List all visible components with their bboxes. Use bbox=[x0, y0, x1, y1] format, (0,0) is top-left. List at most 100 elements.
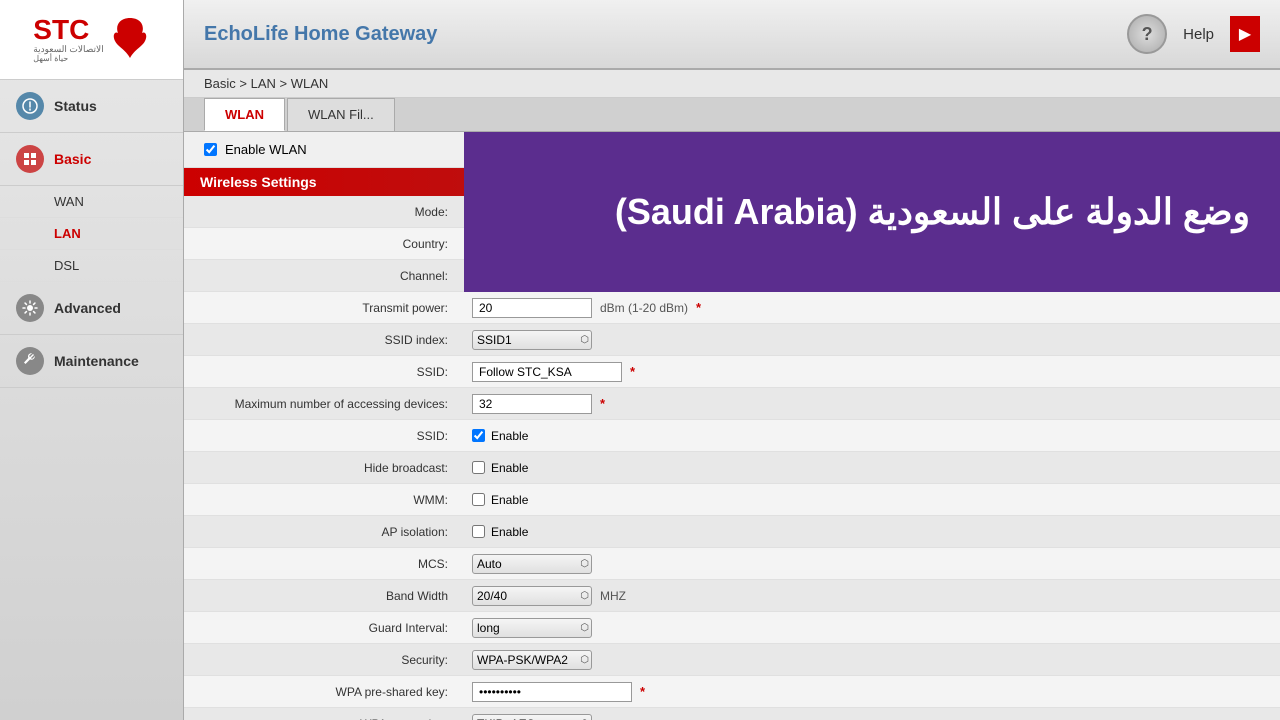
sidebar-wan-label: WAN bbox=[54, 194, 84, 209]
ssid-enable-checkbox[interactable] bbox=[472, 429, 485, 442]
ssid-required: * bbox=[630, 364, 635, 379]
basic-icon bbox=[16, 145, 44, 173]
ap-isolation-checkbox[interactable] bbox=[472, 525, 485, 538]
wpa-key-field: * bbox=[464, 678, 1280, 706]
header: EchoLife Home Gateway ? Help ▶ bbox=[184, 0, 1280, 70]
ap-isolation-text[interactable]: Enable bbox=[491, 525, 528, 539]
ssid-enable-row: SSID: Enable bbox=[184, 420, 1280, 452]
help-label[interactable]: Help bbox=[1183, 26, 1214, 43]
mcs-row: MCS: Auto 0 1 bbox=[184, 548, 1280, 580]
ssid-input[interactable] bbox=[472, 362, 622, 382]
section-title: Wireless Settings bbox=[200, 174, 317, 190]
overlay-banner: وضع الدولة على السعودية (Saudi Arabia) bbox=[464, 132, 1280, 292]
header-right: ? Help ▶ bbox=[1127, 14, 1260, 54]
mcs-field: Auto 0 1 bbox=[464, 550, 1280, 578]
tab-bar: WLAN WLAN Fil... bbox=[184, 98, 1280, 132]
security-row: Security: WPA-PSK/WPA2 WPA-PSK WPA2-PSK … bbox=[184, 644, 1280, 676]
advanced-icon bbox=[16, 294, 44, 322]
wmm-row: WMM: Enable bbox=[184, 484, 1280, 516]
mcs-label: MCS: bbox=[184, 551, 464, 577]
transmit-power-field: dBm (1-20 dBm) * bbox=[464, 294, 1280, 322]
ssid-name-field: * bbox=[464, 358, 1280, 386]
sidebar: STC الاتصالات السعودية حياة أسهل Status … bbox=[0, 0, 184, 720]
maintenance-icon bbox=[16, 347, 44, 375]
stc-arabic-text: الاتصالات السعودية bbox=[33, 44, 103, 55]
wmm-label: WMM: bbox=[184, 487, 464, 513]
max-devices-field: * bbox=[464, 390, 1280, 418]
bandwidth-label: Band Width bbox=[184, 583, 464, 609]
ap-isolation-label: AP isolation: bbox=[184, 519, 464, 545]
main-content: EchoLife Home Gateway ? Help ▶ Basic > L… bbox=[184, 0, 1280, 720]
ssid-enable-label: SSID: bbox=[184, 423, 464, 449]
ssid-row: SSID: * bbox=[184, 356, 1280, 388]
tab-wlan[interactable]: WLAN bbox=[204, 98, 285, 131]
mode-label: Mode: bbox=[184, 199, 464, 225]
guard-interval-select[interactable]: long short auto bbox=[472, 618, 592, 638]
stc-logo: STC الاتصالات السعودية حياة أسهل bbox=[27, 10, 157, 70]
max-devices-row: Maximum number of accessing devices: * bbox=[184, 388, 1280, 420]
ssid-index-label: SSID index: bbox=[184, 327, 464, 353]
enable-wlan-checkbox[interactable] bbox=[204, 143, 217, 156]
guard-interval-row: Guard Interval: long short auto bbox=[184, 612, 1280, 644]
wmm-checkbox[interactable] bbox=[472, 493, 485, 506]
hide-broadcast-text[interactable]: Enable bbox=[491, 461, 528, 475]
guard-interval-label: Guard Interval: bbox=[184, 615, 464, 641]
wmm-text[interactable]: Enable bbox=[491, 493, 528, 507]
channel-label: Channel: bbox=[184, 263, 464, 289]
wmm-field: Enable bbox=[464, 489, 1280, 511]
transmit-power-required: * bbox=[696, 300, 701, 315]
bandwidth-unit: MHZ bbox=[600, 589, 626, 603]
sidebar-sub-wan[interactable]: WAN bbox=[0, 186, 183, 218]
hide-broadcast-label: Hide broadcast: bbox=[184, 455, 464, 481]
security-field: WPA-PSK/WPA2 WPA-PSK WPA2-PSK None bbox=[464, 646, 1280, 674]
ssid-index-select[interactable]: SSID1 SSID2 SSID3 SSID4 bbox=[472, 330, 592, 350]
max-devices-required: * bbox=[600, 396, 605, 411]
sidebar-basic-label: Basic bbox=[54, 151, 91, 167]
help-icon[interactable]: ? bbox=[1127, 14, 1167, 54]
transmit-power-input[interactable] bbox=[472, 298, 592, 318]
ssid-name-label: SSID: bbox=[184, 359, 464, 385]
transmit-power-row: Transmit power: dBm (1-20 dBm) * bbox=[184, 292, 1280, 324]
bandwidth-select[interactable]: 20/40 20 40 bbox=[472, 586, 592, 606]
breadcrumb: Basic > LAN > WLAN bbox=[184, 70, 1280, 98]
sidebar-sub-lan[interactable]: LAN bbox=[0, 218, 183, 250]
wpa-encryption-field: TKIP+AES TKIP AES bbox=[464, 710, 1280, 720]
ssid-index-field: SSID1 SSID2 SSID3 SSID4 bbox=[464, 326, 1280, 354]
mcs-select[interactable]: Auto 0 1 bbox=[472, 554, 592, 574]
sidebar-item-advanced[interactable]: Advanced bbox=[0, 282, 183, 335]
sidebar-item-basic[interactable]: Basic bbox=[0, 133, 183, 186]
security-select[interactable]: WPA-PSK/WPA2 WPA-PSK WPA2-PSK None bbox=[472, 650, 592, 670]
guard-interval-field: long short auto bbox=[464, 614, 1280, 642]
tab-wlan-filter[interactable]: WLAN Fil... bbox=[287, 98, 395, 131]
transmit-power-label: Transmit power: bbox=[184, 295, 464, 321]
country-label: Country: bbox=[184, 231, 464, 257]
max-devices-label: Maximum number of accessing devices: bbox=[184, 391, 464, 417]
wpa-key-row: WPA pre-shared key: * bbox=[184, 676, 1280, 708]
ap-isolation-field: Enable bbox=[464, 521, 1280, 543]
logo-area: STC الاتصالات السعودية حياة أسهل bbox=[0, 0, 183, 80]
wpa-encryption-row: WPA encryption: TKIP+AES TKIP AES bbox=[184, 708, 1280, 720]
sidebar-advanced-label: Advanced bbox=[54, 300, 121, 316]
content-area: وضع الدولة على السعودية (Saudi Arabia) E… bbox=[184, 132, 1280, 720]
hide-broadcast-row: Hide broadcast: Enable bbox=[184, 452, 1280, 484]
enable-wlan-label[interactable]: Enable WLAN bbox=[225, 142, 307, 157]
wpa-encryption-select[interactable]: TKIP+AES TKIP AES bbox=[472, 714, 592, 720]
ssid-index-row: SSID index: SSID1 SSID2 SSID3 SSID4 bbox=[184, 324, 1280, 356]
sidebar-item-status[interactable]: Status bbox=[0, 80, 183, 133]
ssid-enable-text[interactable]: Enable bbox=[491, 429, 528, 443]
max-devices-input[interactable] bbox=[472, 394, 592, 414]
status-icon bbox=[16, 92, 44, 120]
transmit-power-unit: dBm (1-20 dBm) bbox=[600, 301, 688, 315]
wpa-key-input[interactable] bbox=[472, 682, 632, 702]
sidebar-dsl-label: DSL bbox=[54, 258, 79, 273]
wpa-key-label: WPA pre-shared key: bbox=[184, 679, 464, 705]
stc-slogan-text: حياة أسهل bbox=[33, 54, 68, 63]
forward-nav-button[interactable]: ▶ bbox=[1230, 16, 1260, 52]
page-title: EchoLife Home Gateway bbox=[204, 23, 437, 46]
sidebar-item-maintenance[interactable]: Maintenance bbox=[0, 335, 183, 388]
wpa-encryption-label: WPA encryption: bbox=[184, 711, 464, 720]
sidebar-maintenance-label: Maintenance bbox=[54, 353, 139, 369]
hide-broadcast-checkbox[interactable] bbox=[472, 461, 485, 474]
ssid-enable-field: Enable bbox=[464, 425, 1280, 447]
sidebar-sub-dsl[interactable]: DSL bbox=[0, 250, 183, 282]
